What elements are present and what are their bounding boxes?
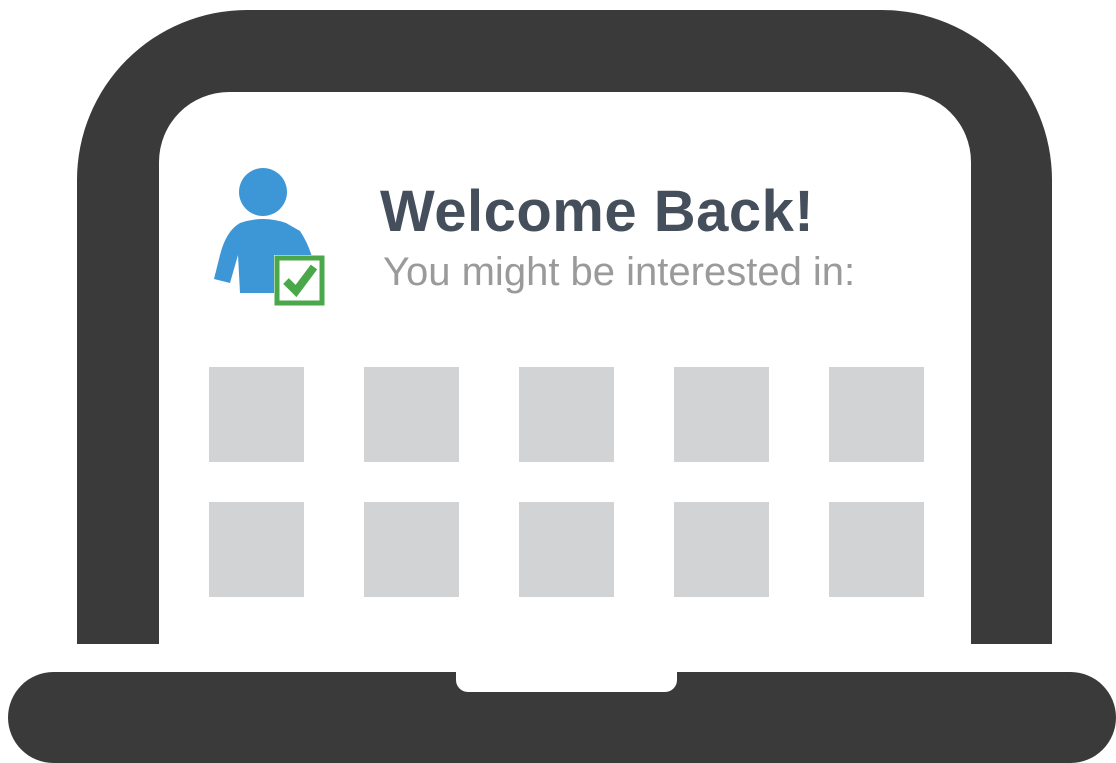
recommendation-tile[interactable] bbox=[209, 367, 304, 462]
checkbox-check-icon bbox=[274, 255, 325, 306]
page-title: Welcome Back! bbox=[380, 179, 815, 244]
page-subtitle: You might be interested in: bbox=[383, 250, 856, 294]
recommendation-tile[interactable] bbox=[829, 367, 924, 462]
recommendation-tile[interactable] bbox=[364, 502, 459, 597]
recommendation-tile[interactable] bbox=[829, 502, 924, 597]
recommendation-tile[interactable] bbox=[674, 502, 769, 597]
recommendation-tile[interactable] bbox=[519, 367, 614, 462]
recommendation-tile[interactable] bbox=[519, 502, 614, 597]
recommendation-tile[interactable] bbox=[674, 367, 769, 462]
recommendation-tile[interactable] bbox=[209, 502, 304, 597]
laptop-notch bbox=[456, 672, 677, 692]
recommendation-tile[interactable] bbox=[364, 367, 459, 462]
